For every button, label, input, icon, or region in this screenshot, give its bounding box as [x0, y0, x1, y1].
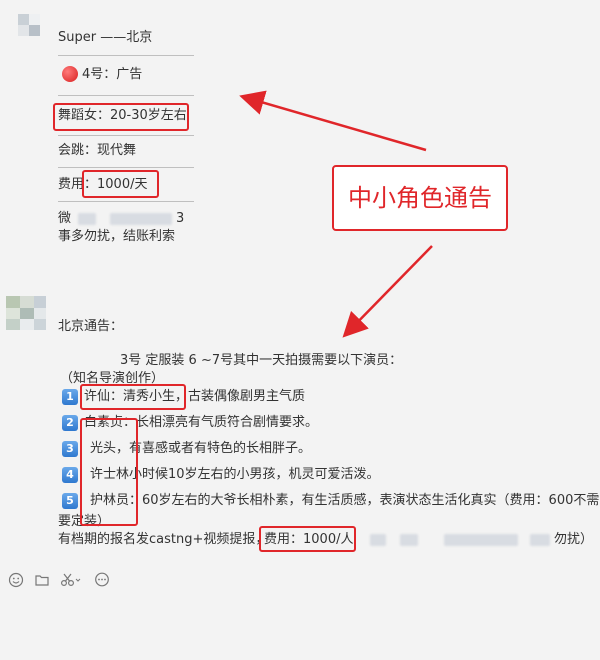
footer-line: 有档期的报名发castng+视频提报， — [58, 532, 269, 547]
blurred-text — [444, 534, 518, 546]
blurred-text — [370, 534, 386, 546]
number-badge: 5 — [62, 493, 78, 509]
folder-icon[interactable] — [34, 572, 50, 588]
highlight-box — [80, 418, 138, 526]
number-badge: 2 — [62, 415, 78, 431]
blurred-text — [530, 534, 550, 546]
number-badge: 3 — [62, 441, 78, 457]
number-badge: 1 — [62, 389, 78, 405]
highlight-box — [80, 384, 186, 410]
highlight-box — [259, 526, 356, 552]
chat-bubble-icon[interactable] — [94, 572, 110, 588]
number-badge: 4 — [62, 467, 78, 483]
footer-end: 勿扰） — [554, 532, 594, 547]
avatar[interactable] — [6, 296, 46, 330]
callout-box: 中小角色通告 — [332, 165, 508, 231]
blurred-text — [400, 534, 418, 546]
post-intro: 3号 定服装 6 ~7号其中一天拍摄需要以下演员： — [120, 353, 403, 368]
post-title: 北京通告： — [58, 319, 124, 334]
scissors-icon[interactable] — [60, 572, 82, 588]
emoji-icon[interactable] — [8, 572, 24, 588]
list-item: 护林员：60岁左右的大爷长相朴素，有生活质感，表演状态生活化真实（费用：600不… — [90, 493, 600, 508]
